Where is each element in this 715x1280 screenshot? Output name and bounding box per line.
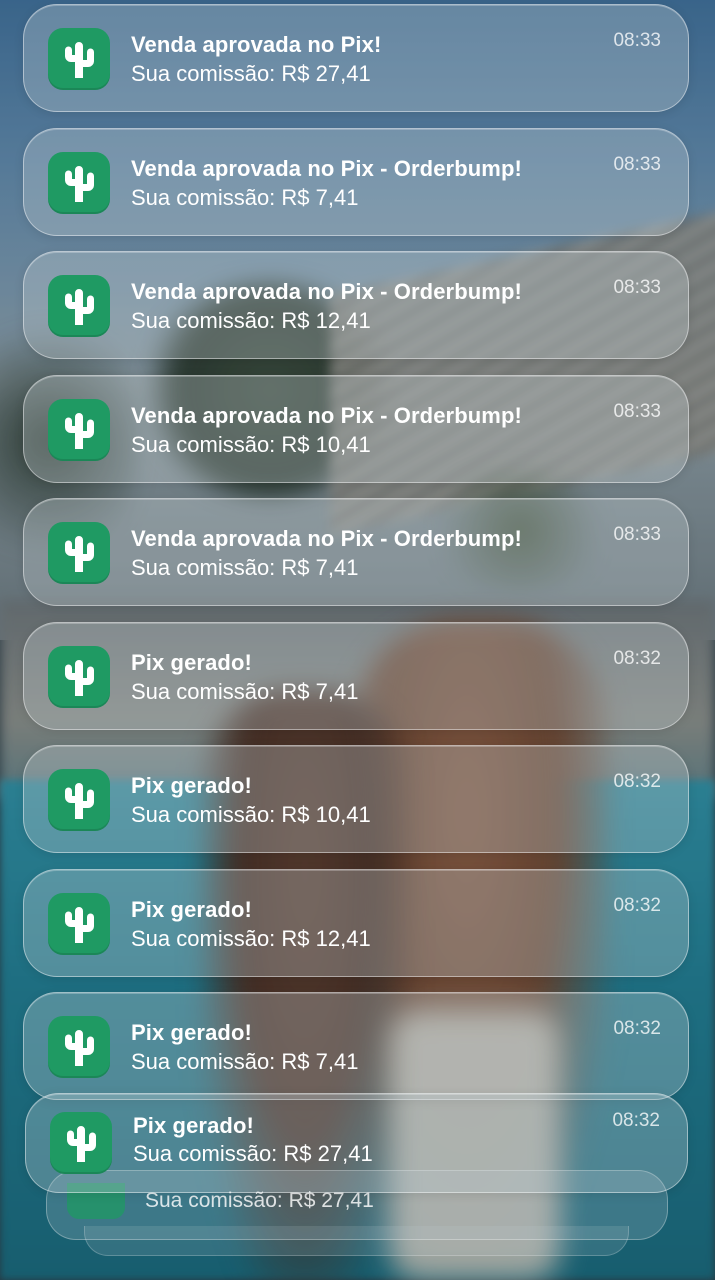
notification-title: Venda aprovada no Pix - Orderbump! — [131, 526, 522, 551]
notification-title: Venda aprovada no Pix - Orderbump! — [131, 156, 522, 181]
notification-body: Sua comissão: R$ 7,41 — [131, 1049, 359, 1074]
notification-card[interactable]: Pix gerado! Sua comissão: R$ 7,41 08:32 — [23, 992, 689, 1100]
notification-body: Sua comissão: R$ 7,41 — [131, 185, 359, 210]
notification-card[interactable]: Venda aprovada no Pix! Sua comissão: R$ … — [23, 4, 689, 112]
notification-stack: Venda aprovada no Pix! Sua comissão: R$ … — [0, 0, 715, 1280]
notification-time: 08:32 — [612, 1110, 660, 1131]
notification-body: Sua comissão: R$ 27,41 — [131, 61, 371, 86]
notification-body: Sua comissão: R$ 12,41 — [131, 308, 371, 333]
notification-card[interactable]: Venda aprovada no Pix - Orderbump! Sua c… — [23, 128, 689, 236]
notification-body: Sua comissão: R$ 10,41 — [131, 802, 371, 827]
cactus-icon — [48, 399, 110, 461]
cactus-icon — [50, 1112, 112, 1174]
notification-time: 08:32 — [613, 1018, 661, 1039]
notification-title: Pix gerado! — [131, 773, 252, 798]
notification-title: Pix gerado! — [131, 1020, 252, 1045]
cactus-icon — [48, 893, 110, 955]
notification-body: Sua comissão: R$ 12,41 — [131, 926, 371, 951]
notification-card[interactable]: Pix gerado! Sua comissão: R$ 12,41 08:32 — [23, 869, 689, 977]
notification-card[interactable]: Pix gerado! Sua comissão: R$ 10,41 08:32 — [23, 745, 689, 853]
notification-card[interactable]: Venda aprovada no Pix - Orderbump! Sua c… — [23, 498, 689, 606]
cactus-icon — [48, 522, 110, 584]
notification-time: 08:33 — [613, 277, 661, 298]
notification-card[interactable]: Venda aprovada no Pix - Orderbump! Sua c… — [23, 251, 689, 359]
cactus-icon — [48, 152, 110, 214]
cactus-icon — [48, 275, 110, 337]
cactus-icon — [48, 769, 110, 831]
notification-title: Venda aprovada no Pix - Orderbump! — [131, 279, 522, 304]
notification-title: Pix gerado! — [133, 1113, 254, 1138]
notification-time: 08:33 — [613, 154, 661, 175]
notification-body: Sua comissão: R$ 27,41 — [133, 1141, 373, 1166]
cactus-icon — [48, 28, 110, 90]
notification-time: 08:32 — [613, 648, 661, 669]
notification-time: 08:32 — [613, 771, 661, 792]
notification-card[interactable]: Pix gerado! Sua comissão: R$ 7,41 08:32 — [23, 622, 689, 730]
notification-title: Venda aprovada no Pix - Orderbump! — [131, 403, 522, 428]
cactus-icon — [48, 646, 110, 708]
notification-time: 08:33 — [613, 524, 661, 545]
notification-card[interactable]: Pix gerado! Sua comissão: R$ 27,41 08:32 — [25, 1093, 688, 1193]
notification-body: Sua comissão: R$ 7,41 — [131, 555, 359, 580]
notification-body: Sua comissão: R$ 10,41 — [131, 432, 371, 457]
notification-body: Sua comissão: R$ 7,41 — [131, 679, 359, 704]
notification-title: Pix gerado! — [131, 650, 252, 675]
notification-time: 08:32 — [613, 895, 661, 916]
cactus-icon — [48, 1016, 110, 1078]
notification-title: Venda aprovada no Pix! — [131, 32, 382, 57]
notification-title: Pix gerado! — [131, 897, 252, 922]
notification-time: 08:33 — [613, 30, 661, 51]
notification-time: 08:33 — [613, 401, 661, 422]
notification-card[interactable]: Venda aprovada no Pix - Orderbump! Sua c… — [23, 375, 689, 483]
